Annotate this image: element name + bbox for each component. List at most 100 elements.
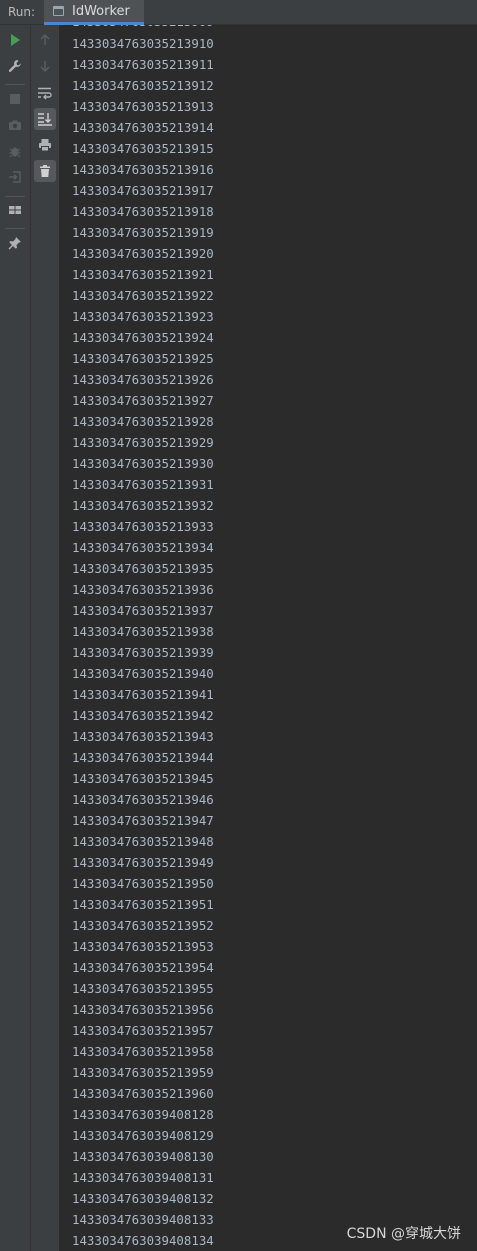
bug-icon xyxy=(9,147,21,158)
console-line: 1433034763035213937 xyxy=(72,603,214,618)
console-line: 1433034763035213956 xyxy=(72,1002,214,1017)
pin-tab-button[interactable] xyxy=(4,232,26,254)
scroll-to-end-button[interactable] xyxy=(34,108,56,130)
edit-configuration-button[interactable] xyxy=(4,55,26,77)
console-line: 1433034763035213951 xyxy=(72,897,214,912)
console-line: 1433034763035213915 xyxy=(72,141,214,156)
exit-button[interactable] xyxy=(4,166,26,188)
console-line: 1433034763039408133 xyxy=(72,1212,214,1227)
console-line: 1433034763035213913 xyxy=(72,99,214,114)
console-line: 1433034763035213917 xyxy=(72,183,214,198)
scroll-to-end-icon xyxy=(38,113,52,126)
console-line: 1433034763035213944 xyxy=(72,750,214,765)
rerun-icon xyxy=(11,34,20,46)
console-line: 1433034763035213928 xyxy=(72,414,214,429)
console-line: 1433034763035213930 xyxy=(72,456,214,471)
console-window-icon xyxy=(53,6,64,16)
console-line: 1433034763035213948 xyxy=(72,834,214,849)
console-line: 1433034763035213958 xyxy=(72,1044,214,1059)
run-tool-window: Run: IdWorker 1433034763035213910 143303… xyxy=(0,0,477,1251)
next-occurrence-button[interactable] xyxy=(34,55,56,77)
debug-button[interactable] xyxy=(4,140,26,162)
run-panel-header: Run: IdWorker xyxy=(0,0,477,25)
console-line: 1433034763035213911 xyxy=(72,57,214,72)
console-line: 1433034763035213926 xyxy=(72,372,214,387)
run-toolbar-left xyxy=(0,25,31,1251)
console-line: 1433034763035213946 xyxy=(72,792,214,807)
console-line: 1433034763035213918 xyxy=(72,204,214,219)
console-line: 1433034763035213927 xyxy=(72,393,214,408)
console-line: 1433034763035213952 xyxy=(72,918,214,933)
console-toolbar xyxy=(31,25,60,1251)
rerun-button[interactable] xyxy=(4,29,26,51)
layout-icon xyxy=(9,206,21,214)
console-line: 1433034763035213931 xyxy=(72,477,214,492)
print-button[interactable] xyxy=(34,134,56,156)
console-line: 1433034763035213957 xyxy=(72,1023,214,1038)
console-line: 1433034763039408131 xyxy=(72,1170,214,1185)
console-line: 1433034763035213919 xyxy=(72,225,214,240)
console-line-partial: 1433034763035213909 xyxy=(72,25,214,32)
console-line: 1433034763035213945 xyxy=(72,771,214,786)
dump-threads-button[interactable] xyxy=(4,114,26,136)
console-line: 1433034763039408132 xyxy=(72,1191,214,1206)
console-line: 1433034763035213950 xyxy=(72,876,214,891)
console-line: 1433034763035213929 xyxy=(72,435,214,450)
console-line: 1433034763035213925 xyxy=(72,351,214,366)
console-line: 1433034763035213954 xyxy=(72,960,214,975)
toolbar-separator xyxy=(5,84,25,85)
console-line: 1433034763035213939 xyxy=(72,645,214,660)
console-line: 1433034763035213924 xyxy=(72,330,214,345)
console-line: 1433034763039408134 xyxy=(72,1233,214,1248)
console-line: 1433034763035213949 xyxy=(72,855,214,870)
console-line: 1433034763035213923 xyxy=(72,309,214,324)
restore-layout-button[interactable] xyxy=(4,199,26,221)
console-line: 1433034763035213914 xyxy=(72,120,214,135)
toolbar-separator xyxy=(5,228,25,229)
console-line: 1433034763035213943 xyxy=(72,729,214,744)
soft-wrap-button[interactable] xyxy=(34,82,56,104)
console-line: 1433034763035213934 xyxy=(72,540,214,555)
console-line: 1433034763035213947 xyxy=(72,813,214,828)
console-line: 1433034763039408129 xyxy=(72,1128,214,1143)
soft-wrap-icon xyxy=(38,87,52,100)
camera-icon xyxy=(9,120,21,130)
console-line: 1433034763035213935 xyxy=(72,561,214,576)
console-line: 1433034763035213955 xyxy=(72,981,214,996)
console-line: 1433034763039408128 xyxy=(72,1107,214,1122)
console-line: 1433034763035213953 xyxy=(72,939,214,954)
console-line: 1433034763035213938 xyxy=(72,624,214,639)
stop-icon xyxy=(10,94,20,104)
login-icon xyxy=(9,171,21,183)
console-line: 1433034763035213912 xyxy=(72,78,214,93)
previous-occurrence-button[interactable] xyxy=(34,29,56,51)
trash-icon xyxy=(40,165,50,177)
watermark: CSDN @穿城大饼 xyxy=(346,1226,461,1242)
console-output[interactable]: 1433034763035213909 1433034763035213910 1… xyxy=(61,25,477,1251)
print-icon xyxy=(39,139,51,152)
console-line: 1433034763035213942 xyxy=(72,708,214,723)
console-line: 1433034763035213940 xyxy=(72,666,214,681)
tab-label: IdWorker xyxy=(72,4,130,19)
console-line: 1433034763035213932 xyxy=(72,498,214,513)
console-line: 1433034763035213916 xyxy=(72,162,214,177)
console-line: 1433034763039408130 xyxy=(72,1149,214,1164)
console-line: 1433034763035213936 xyxy=(72,582,214,597)
arrow-up-icon xyxy=(40,33,50,45)
tab-idworker[interactable]: IdWorker xyxy=(44,0,144,25)
console-line: 1433034763035213941 xyxy=(72,687,214,702)
console-line: 1433034763035213960 xyxy=(72,1086,214,1101)
console-line: 1433034763035213921 xyxy=(72,267,214,282)
pin-icon xyxy=(8,237,21,250)
arrow-down-icon xyxy=(40,61,50,73)
run-label: Run: xyxy=(8,5,36,19)
clear-all-button[interactable] xyxy=(34,160,56,182)
toolbar-separator xyxy=(5,196,25,197)
console-line: 1433034763035213922 xyxy=(72,288,214,303)
console-line: 1433034763035213959 xyxy=(72,1065,214,1080)
console-line: 1433034763035213933 xyxy=(72,519,214,534)
wrench-icon xyxy=(8,60,21,72)
console-line: 1433034763035213910 xyxy=(72,36,214,51)
stop-button[interactable] xyxy=(4,88,26,110)
console-line: 1433034763035213920 xyxy=(72,246,214,261)
